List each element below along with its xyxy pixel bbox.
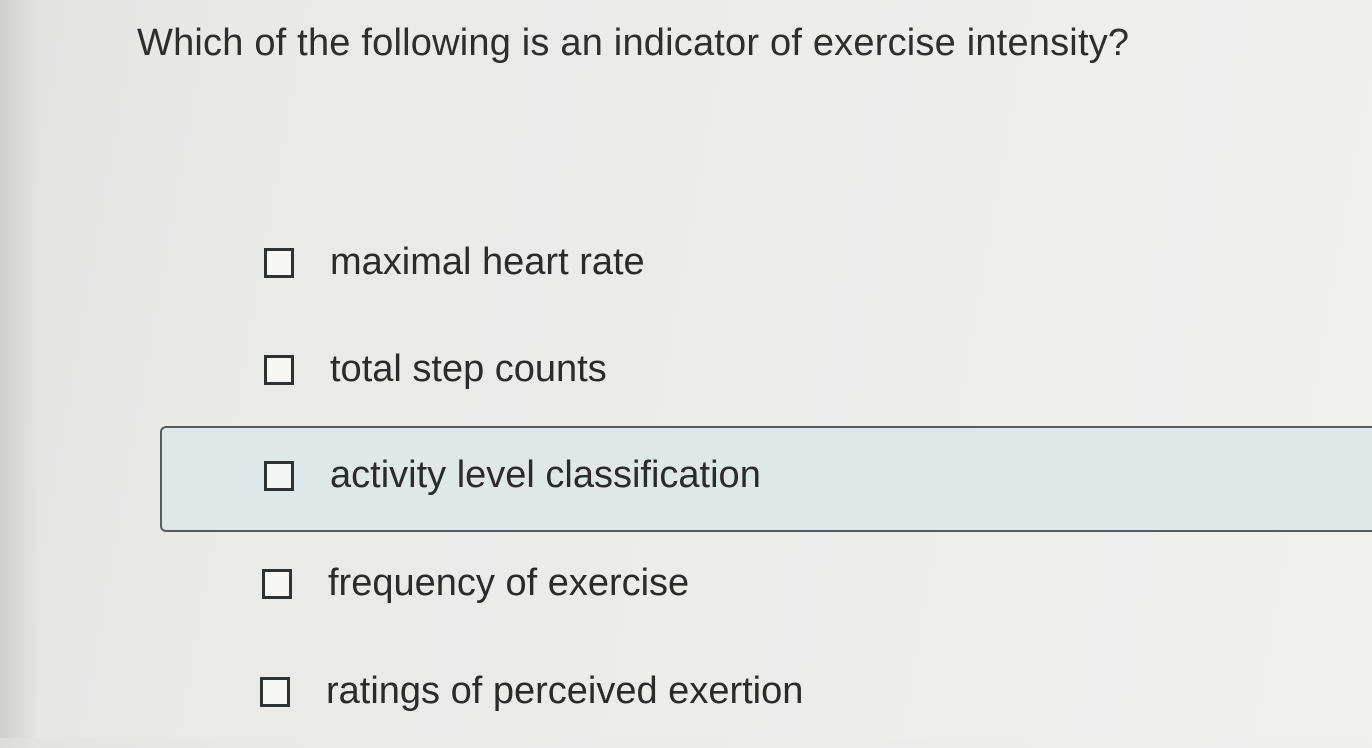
option-label: activity level classification [330, 454, 761, 496]
checkbox[interactable] [260, 677, 290, 707]
option-frequency-of-exercise[interactable]: frequency of exercise [160, 534, 1372, 640]
checkbox[interactable] [264, 461, 294, 491]
option-label: maximal heart rate [330, 241, 645, 283]
option-ratings-of-perceived-exertion[interactable]: ratings of perceived exertion [160, 642, 1372, 748]
option-label: total step counts [330, 348, 607, 390]
option-label: ratings of perceived exertion [326, 670, 804, 712]
option-total-step-counts[interactable]: total step counts [160, 320, 1372, 426]
option-label: frequency of exercise [328, 562, 690, 604]
checkbox[interactable] [264, 355, 294, 385]
option-maximal-heart-rate[interactable]: maximal heart rate [160, 213, 1372, 319]
checkbox[interactable] [262, 569, 292, 599]
answer-options: maximal heart rate total step counts act… [0, 0, 1372, 738]
option-activity-level-classification[interactable]: activity level classification [160, 426, 1372, 532]
checkbox[interactable] [264, 248, 294, 278]
